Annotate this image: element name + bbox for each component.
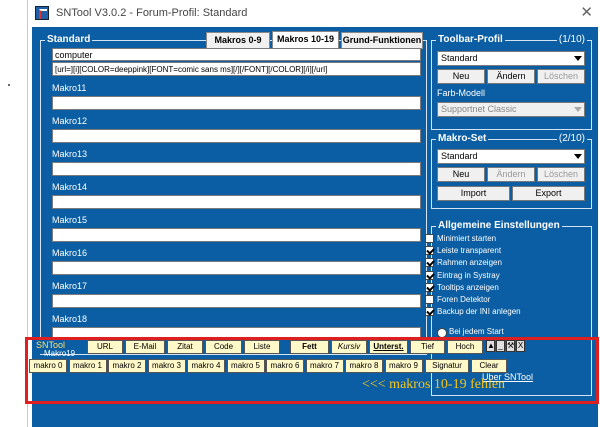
tab-makros-0-9[interactable]: Makros 0-9 <box>206 32 270 49</box>
window-title: SNTool V3.0.2 - Forum-Profil: Standard <box>56 7 248 19</box>
macro-field[interactable] <box>52 228 421 242</box>
checkbox-icon[interactable] <box>425 307 434 317</box>
macro-set-edit-button[interactable]: Ändern <box>487 167 535 182</box>
backup-radio[interactable]: Bei jedem Start <box>437 327 504 338</box>
chevron-down-icon <box>573 152 582 161</box>
checkbox-icon[interactable] <box>425 270 434 280</box>
macro-field[interactable] <box>52 96 421 110</box>
macro-label: Makro14 <box>52 182 88 192</box>
toolbar-profile-delete-button[interactable]: Löschen <box>537 69 585 84</box>
macro-content-field[interactable]: [url=][i][COLOR=deeppink][FONT=comic san… <box>52 62 421 76</box>
macro-set-count: (2/10) <box>556 133 587 144</box>
macro-field[interactable] <box>52 162 421 176</box>
setting-checkbox[interactable]: Eintrag in Systray <box>425 270 585 281</box>
toolbar-profile-select[interactable]: Standard <box>437 51 585 66</box>
export-button[interactable]: Export <box>512 186 585 201</box>
macro-set-new-button[interactable]: Neu <box>437 167 485 182</box>
macro-label: Makro16 <box>52 248 88 258</box>
setting-label: Eintrag in Systray <box>437 270 500 280</box>
chevron-down-icon <box>573 54 582 63</box>
setting-label: Minimiert starten <box>437 234 497 243</box>
toolbar-profile-legend: Toolbar-Profil <box>436 34 505 45</box>
checkbox-icon[interactable] <box>425 282 434 292</box>
macro-name-field[interactable]: computer <box>52 48 421 61</box>
macro-field[interactable] <box>52 261 421 275</box>
macro-field[interactable] <box>52 129 421 143</box>
title-bar: SNTool V3.0.2 - Forum-Profil: Standard ✕ <box>28 0 600 26</box>
setting-label: Rahmen anzeigen <box>437 258 502 268</box>
close-icon[interactable]: ✕ <box>580 3 593 21</box>
setting-checkbox[interactable]: Leiste transparent <box>425 245 585 256</box>
macro-label: Makro15 <box>52 215 88 225</box>
toolbar-profile-new-button[interactable]: Neu <box>437 69 485 84</box>
macro-label: Makro17 <box>52 281 88 291</box>
macro-label: Makro11 <box>52 83 87 93</box>
setting-checkbox[interactable]: Rahmen anzeigen <box>425 257 585 268</box>
checkbox-icon[interactable] <box>425 234 434 243</box>
macro-label: Makro12 <box>52 116 88 126</box>
setting-label: Backup der INI anlegen <box>437 307 521 317</box>
setting-checkbox[interactable]: Minimiert starten <box>425 233 585 244</box>
desktop-dot <box>8 84 10 86</box>
macro-set-value: Standard <box>441 151 478 161</box>
setting-checkbox[interactable]: Tooltips anzeigen <box>425 282 585 293</box>
setting-checkbox[interactable]: Foren Detektor <box>425 294 585 305</box>
import-button[interactable]: Import <box>437 186 510 201</box>
color-model-select[interactable]: Supportnet Classic <box>437 102 585 117</box>
screenshot: SNTool V3.0.2 - Forum-Profil: Standard ✕… <box>0 0 600 427</box>
color-model-label: Farb-Modell <box>437 88 486 98</box>
setting-label: Tooltips anzeigen <box>437 282 499 292</box>
highlight-box <box>25 337 599 404</box>
checkbox-icon[interactable] <box>425 258 434 268</box>
setting-label: Leiste transparent <box>437 246 502 256</box>
toolbar-profile-edit-button[interactable]: Ändern <box>487 69 535 84</box>
tab-grund-funktionen[interactable]: Grund-Funktionen <box>341 32 423 49</box>
macro-field[interactable] <box>52 195 421 209</box>
macro-set-delete-button[interactable]: Löschen <box>537 167 585 182</box>
annotation-text: <<< makros 10-19 fehlen <box>362 377 506 392</box>
checkbox-icon[interactable] <box>425 246 434 256</box>
macro-set-select[interactable]: Standard <box>437 149 585 164</box>
macro-field[interactable] <box>52 294 421 308</box>
macro-label: Makro18 <box>52 314 88 324</box>
setting-label: Foren Detektor <box>437 295 491 304</box>
toolbar-profile-count: (1/10) <box>556 34 587 45</box>
standard-legend: Standard <box>45 34 93 45</box>
setting-checkbox[interactable]: Backup der INI anlegen <box>425 306 585 317</box>
macro-set-legend: Makro-Set <box>436 133 489 144</box>
toolbar-profile-value: Standard <box>441 53 478 63</box>
checkbox-icon[interactable] <box>425 295 434 304</box>
macro-label: Makro13 <box>52 149 88 159</box>
color-model-value: Supportnet Classic <box>441 104 517 114</box>
settings-legend: Allgemeine Einstellungen <box>436 220 562 231</box>
chevron-down-icon <box>573 105 582 114</box>
app-icon <box>35 6 49 20</box>
